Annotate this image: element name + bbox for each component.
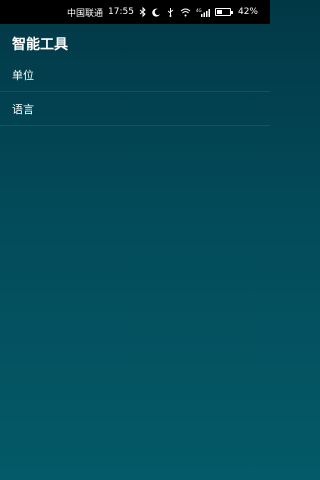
menu-item-units[interactable]: 单位 bbox=[0, 58, 270, 92]
signal-icon: 4G bbox=[196, 8, 210, 17]
menu-item-label: 单位 bbox=[12, 68, 34, 82]
clock: 17:55 bbox=[108, 7, 134, 17]
battery-gauge bbox=[214, 8, 233, 16]
status-bar: 中国联通 17:55 4G 42% bbox=[0, 0, 270, 24]
bluetooth-icon bbox=[139, 7, 147, 17]
carrier-label: 中国联通 bbox=[67, 8, 104, 19]
svg-text:4G: 4G bbox=[196, 8, 202, 13]
moon-icon bbox=[152, 8, 161, 17]
wifi-icon bbox=[180, 8, 191, 17]
battery-percent: 42% bbox=[237, 7, 258, 17]
settings-menu: 单位 语言 bbox=[0, 58, 270, 126]
battery-icon bbox=[214, 8, 233, 16]
menu-item-language[interactable]: 语言 bbox=[0, 92, 270, 126]
usb-icon bbox=[166, 7, 175, 17]
menu-item-label: 语言 bbox=[12, 102, 34, 116]
page-title: 智能工具 bbox=[12, 37, 68, 53]
